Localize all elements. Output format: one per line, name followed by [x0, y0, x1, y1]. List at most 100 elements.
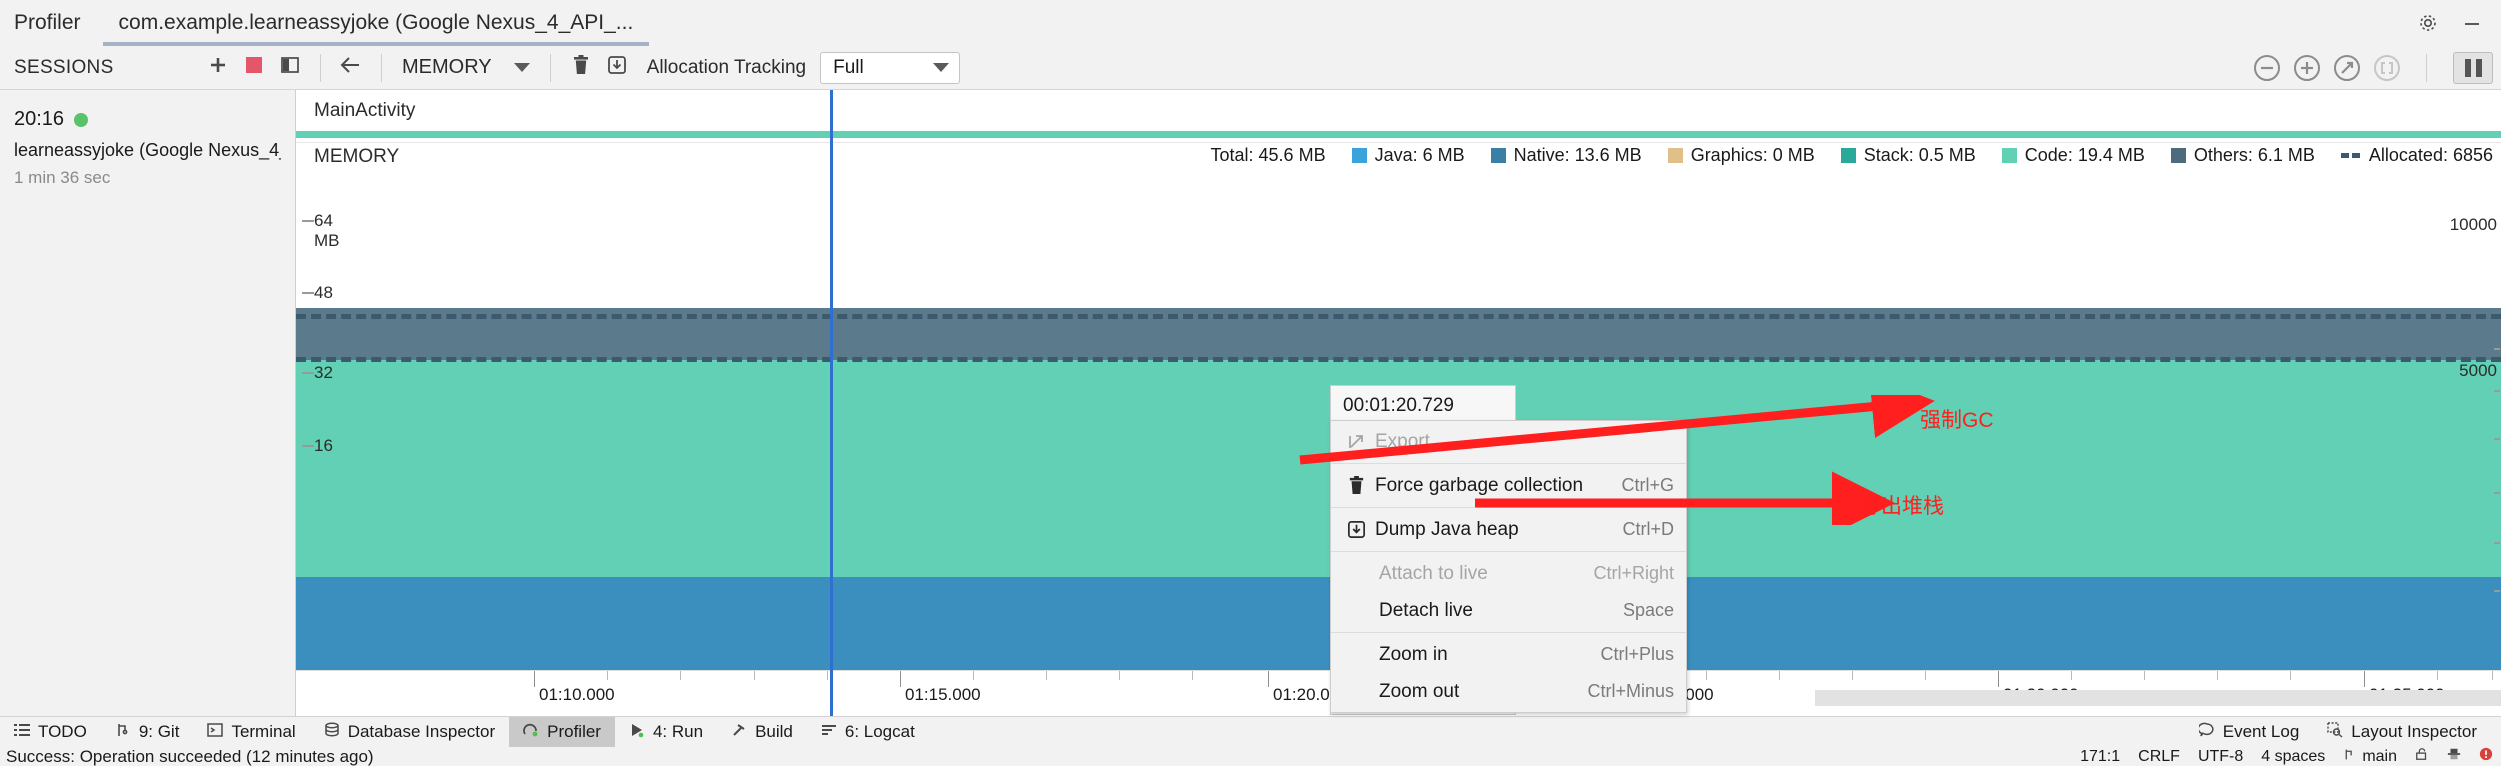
- legend-swatch-allocated: [2340, 153, 2361, 158]
- indent-setting[interactable]: 4 spaces: [2261, 748, 2325, 766]
- bottom-item-layout-inspector-label: Layout Inspector: [2351, 722, 2477, 741]
- legend-total: Total: 45.6 MB: [1211, 145, 1326, 166]
- horizontal-scrollbar[interactable]: [1815, 690, 2501, 706]
- monitor-selector[interactable]: MEMORY: [394, 56, 538, 79]
- activity-lifecycle-bar[interactable]: [296, 131, 2501, 138]
- trash-icon: [571, 54, 591, 81]
- activity-name-label: MainActivity: [314, 100, 416, 121]
- y-tick-dash: [302, 445, 314, 447]
- bottom-item-logcat[interactable]: 6: Logcat: [807, 717, 929, 748]
- legend-item-others: Others: 6.1 MB: [2170, 145, 2315, 166]
- profiler-icon: [523, 722, 539, 743]
- allocation-tracking-label: Allocation Tracking: [646, 56, 807, 78]
- menu-separator-4: [1331, 632, 1686, 633]
- toolbar-divider-3: [549, 53, 551, 82]
- event-log-icon: [2197, 722, 2215, 743]
- tab-process-session[interactable]: com.example.learneassyjoke (Google Nexus…: [102, 0, 650, 46]
- terminal-icon: [207, 722, 224, 743]
- legend-item-native: Native: 13.6 MB: [1490, 145, 1642, 166]
- logcat-icon: [821, 722, 837, 743]
- session-list-item[interactable]: 20:16 learneassyjoke (Google Nexus_4_...…: [0, 90, 295, 188]
- legend-item-allocated: Allocated: 6856: [2340, 145, 2493, 166]
- allocation-tracking-value: Full: [833, 56, 864, 78]
- bottom-item-profiler-label: Profiler: [547, 722, 601, 741]
- layout-inspector-icon: [2327, 721, 2343, 743]
- menu-item-detach-live-shortcut: Space: [1622, 600, 1674, 620]
- lock-icon[interactable]: [2415, 747, 2429, 766]
- menu-item-zoom-in-shortcut: Ctrl+Plus: [1600, 644, 1674, 664]
- legend-label-allocated: Allocated: 6856: [2368, 145, 2493, 165]
- green-dot-icon: [74, 112, 89, 127]
- line-separator[interactable]: CRLF: [2138, 748, 2180, 766]
- profiler-toolbar: SESSIONS MEMORY Allocation Tracking Full: [0, 46, 2501, 90]
- stop-session-button[interactable]: [236, 51, 272, 85]
- collapse-sessions-button[interactable]: [272, 51, 308, 85]
- legend-label-graphics: Graphics: 0 MB: [1690, 145, 1815, 165]
- menu-item-zoom-in-label: Zoom in: [1379, 643, 1448, 665]
- reset-zoom-icon[interactable]: [2334, 55, 2360, 81]
- legend-item-code: Code: 19.4 MB: [2001, 145, 2145, 166]
- back-button[interactable]: [333, 51, 369, 85]
- bottom-item-build-label: Build: [755, 722, 793, 741]
- git-branch[interactable]: main: [2343, 748, 2397, 766]
- menu-item-zoom-out[interactable]: Zoom out Ctrl+Minus: [1331, 673, 1686, 710]
- session-time: 20:16: [14, 108, 65, 130]
- pause-icon-2: [2475, 59, 2482, 77]
- bottom-item-event-log[interactable]: Event Log: [2185, 717, 2314, 748]
- zoom-out-icon[interactable]: [2254, 55, 2280, 81]
- file-encoding[interactable]: UTF-8: [2198, 748, 2243, 766]
- hector-icon[interactable]: [2447, 747, 2461, 766]
- legend-label-stack: Stack: 0.5 MB: [1863, 145, 1976, 165]
- annotation-force-gc: 强制GC: [1920, 409, 1994, 432]
- status-bar: Success: Operation succeeded (12 minutes…: [0, 747, 2501, 766]
- menu-item-attach-to-live[interactable]: Attach to live Ctrl+Right: [1331, 555, 1686, 592]
- y-axis-tick-64-label: 64 MB: [314, 211, 340, 250]
- legend-swatch-graphics: [1667, 148, 1683, 163]
- memory-legend: Total: 45.6 MB Java: 6 MB Native: 13.6 M…: [1185, 145, 2493, 166]
- allocation-tracking-select[interactable]: Full: [820, 51, 961, 84]
- caret-position[interactable]: 171:1: [2080, 748, 2120, 766]
- pause-icon: [2464, 59, 2471, 77]
- titlebar-actions: [2417, 0, 2491, 46]
- error-badge-icon[interactable]: [2479, 747, 2493, 766]
- bottom-item-layout-inspector[interactable]: Layout Inspector: [2313, 717, 2491, 748]
- dump-java-heap-button[interactable]: [599, 51, 635, 85]
- bottom-item-build[interactable]: Build: [717, 717, 807, 748]
- legend-swatch-code: [2001, 148, 2017, 163]
- bottom-item-git[interactable]: 9: Git: [101, 717, 194, 748]
- allocated-objects-dashed-line: [296, 357, 2501, 362]
- bottom-item-run[interactable]: 4: Run: [615, 717, 717, 748]
- right-axis-tick-5000: 5000: [2459, 361, 2497, 380]
- memory-y-axis: 64 MB 48 32 16: [296, 171, 356, 716]
- menu-item-detach-live[interactable]: Detach live Space: [1331, 592, 1686, 629]
- gear-icon[interactable]: [2417, 12, 2439, 34]
- y-axis-tick-48: 48: [302, 283, 333, 303]
- back-arrow-icon: [339, 54, 363, 81]
- minimize-icon[interactable]: [2461, 12, 2483, 34]
- bottom-item-database-inspector[interactable]: Database Inspector: [310, 717, 509, 748]
- pause-live-button[interactable]: [2453, 52, 2493, 84]
- menu-item-zoom-out-label: Zoom out: [1379, 680, 1460, 702]
- y-axis-tick-32: 32: [302, 363, 333, 383]
- force-gc-button[interactable]: [563, 51, 599, 85]
- plus-icon: [207, 54, 229, 81]
- menu-item-detach-live-label: Detach live: [1379, 599, 1473, 621]
- bottom-item-logcat-label: 6: Logcat: [844, 722, 915, 741]
- y-tick-dash: [302, 220, 314, 222]
- y-axis-tick-32-label: 32: [314, 363, 333, 382]
- menu-item-zoom-in[interactable]: Zoom in Ctrl+Plus: [1331, 636, 1686, 673]
- bottom-item-todo[interactable]: TODO: [0, 717, 101, 748]
- run-icon: [629, 722, 645, 743]
- legend-total-label: Total: 45.6 MB: [1210, 145, 1326, 165]
- timeline-label-1: 01:15.000: [905, 685, 981, 704]
- toolbar-divider-4: [2426, 54, 2427, 82]
- bottom-item-terminal[interactable]: Terminal: [193, 717, 309, 748]
- bottom-item-terminal-label: Terminal: [231, 722, 296, 741]
- add-session-button[interactable]: [200, 51, 236, 85]
- annotation-dump-heap: 导出堆栈: [1860, 495, 1944, 518]
- zoom-in-icon[interactable]: [2294, 55, 2320, 81]
- menu-item-attach-to-live-shortcut: Ctrl+Right: [1593, 563, 1674, 583]
- bottom-item-profiler[interactable]: Profiler: [509, 716, 615, 748]
- attach-live-icon[interactable]: [2374, 55, 2400, 81]
- bottom-item-database-inspector-label: Database Inspector: [347, 722, 496, 741]
